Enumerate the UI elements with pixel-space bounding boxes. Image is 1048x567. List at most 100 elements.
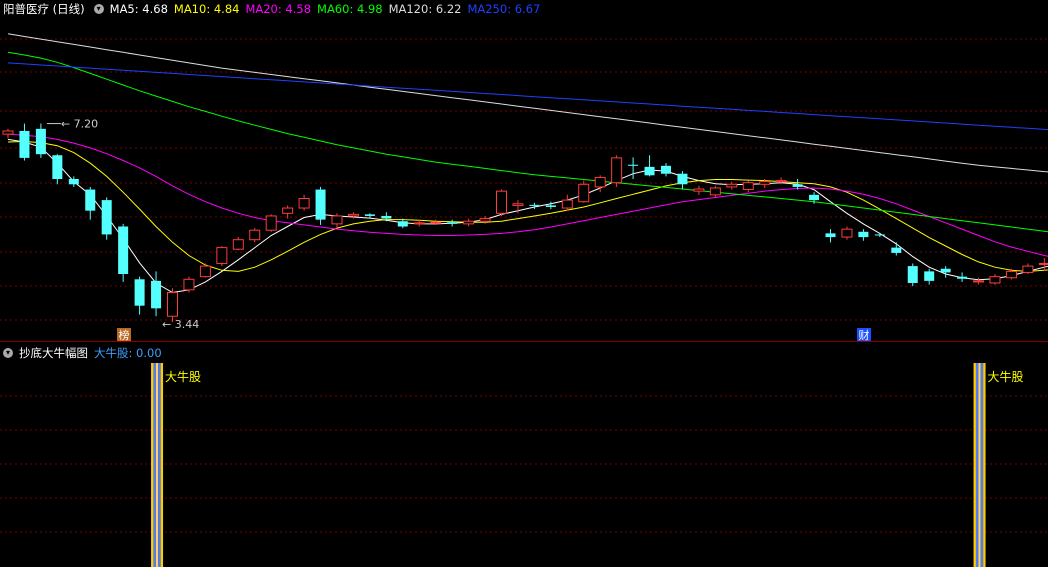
candle	[578, 180, 590, 203]
candle	[677, 171, 688, 190]
candle	[85, 186, 96, 220]
candle-body	[677, 173, 688, 185]
candle-body	[413, 222, 425, 225]
candle-body	[1022, 265, 1034, 273]
candle-body	[628, 164, 639, 166]
candle-body	[331, 215, 343, 225]
moving-average-lines	[7, 33, 1048, 294]
candle	[2, 128, 14, 139]
chart-canvas[interactable]: ← 7.20 ← 3.44 榜 财 大牛股 大牛股	[0, 0, 1048, 567]
signal-label: 大牛股	[988, 369, 1024, 384]
candle-body	[512, 203, 524, 206]
candle-body	[989, 276, 1001, 284]
candle	[183, 276, 195, 293]
candle	[265, 214, 277, 232]
candle	[611, 155, 623, 187]
signal-stripe	[158, 363, 161, 567]
candle-body	[68, 179, 79, 185]
candle-body	[118, 226, 129, 275]
candle-body	[825, 233, 836, 238]
candle-body	[924, 271, 935, 281]
candle-body	[775, 180, 787, 183]
candle-body	[101, 200, 112, 235]
candle	[973, 277, 985, 285]
line-ma120	[7, 33, 1048, 173]
candle-body	[1038, 262, 1048, 265]
badge-cai: 财	[859, 328, 870, 342]
candle-body	[957, 276, 968, 279]
candle	[858, 229, 869, 241]
candle	[989, 274, 1001, 285]
candle-body	[759, 181, 771, 185]
candle-body	[447, 222, 458, 224]
candle-body	[249, 229, 261, 241]
candle	[644, 155, 655, 177]
candle-body	[134, 279, 145, 306]
candle	[101, 197, 112, 240]
candle-body	[232, 239, 244, 250]
candle	[199, 263, 211, 278]
candle-body	[611, 157, 623, 184]
candle	[134, 276, 145, 315]
candle	[940, 266, 951, 278]
signal-stripe	[978, 363, 981, 567]
candle-body	[709, 187, 721, 196]
candle-body	[841, 228, 853, 238]
candle-body	[726, 183, 738, 188]
candle	[35, 123, 46, 158]
candle-body	[315, 189, 326, 220]
candle-body	[282, 207, 294, 214]
signal-stripe	[153, 363, 156, 567]
candle	[331, 213, 343, 229]
line-ma60	[7, 51, 1048, 233]
candle	[661, 163, 671, 177]
candle-body	[693, 188, 705, 192]
low-label: ← 3.44	[162, 318, 199, 331]
candle	[628, 157, 639, 179]
candle	[1022, 263, 1034, 275]
candle	[463, 218, 475, 227]
candle-body	[529, 204, 540, 206]
signal-stripe	[151, 363, 154, 567]
candle	[298, 194, 310, 211]
candle-body	[265, 215, 277, 231]
line-ma20	[7, 133, 1048, 257]
candle	[232, 237, 244, 251]
candle-body	[792, 184, 803, 187]
candle-body	[496, 190, 507, 214]
candle-body	[578, 183, 590, 203]
candle-body	[151, 280, 162, 309]
candle	[496, 189, 507, 216]
candle-body	[479, 218, 491, 222]
candle-body	[561, 199, 573, 209]
candle	[118, 223, 129, 282]
sub-chart: 大牛股 大牛股	[151, 363, 1024, 567]
candle	[249, 228, 261, 243]
signal-stripe	[975, 363, 979, 567]
candle	[891, 242, 902, 256]
candle-body	[1005, 270, 1017, 279]
candle-body	[19, 130, 30, 158]
signal-label: 大牛股	[165, 369, 201, 384]
candle-body	[940, 268, 951, 273]
candle-body	[397, 221, 408, 227]
candle-body	[661, 165, 671, 174]
candle-body	[199, 265, 211, 278]
candle	[957, 272, 968, 282]
signal-stripe	[973, 363, 976, 567]
candle	[742, 180, 754, 193]
candle-body	[167, 291, 178, 317]
candle-body	[463, 220, 475, 225]
signal-stripe	[155, 363, 159, 567]
badge-bang: 榜	[119, 328, 130, 342]
candle-body	[742, 182, 754, 191]
candle	[709, 185, 721, 198]
candle-body	[381, 215, 392, 219]
candle-body	[52, 155, 63, 179]
candle-body	[809, 194, 820, 201]
candle	[924, 268, 935, 285]
candle-body	[35, 128, 46, 155]
signal-bar: 大牛股	[151, 363, 201, 567]
signal-stripe	[980, 363, 984, 567]
signal-stripe	[160, 363, 164, 567]
